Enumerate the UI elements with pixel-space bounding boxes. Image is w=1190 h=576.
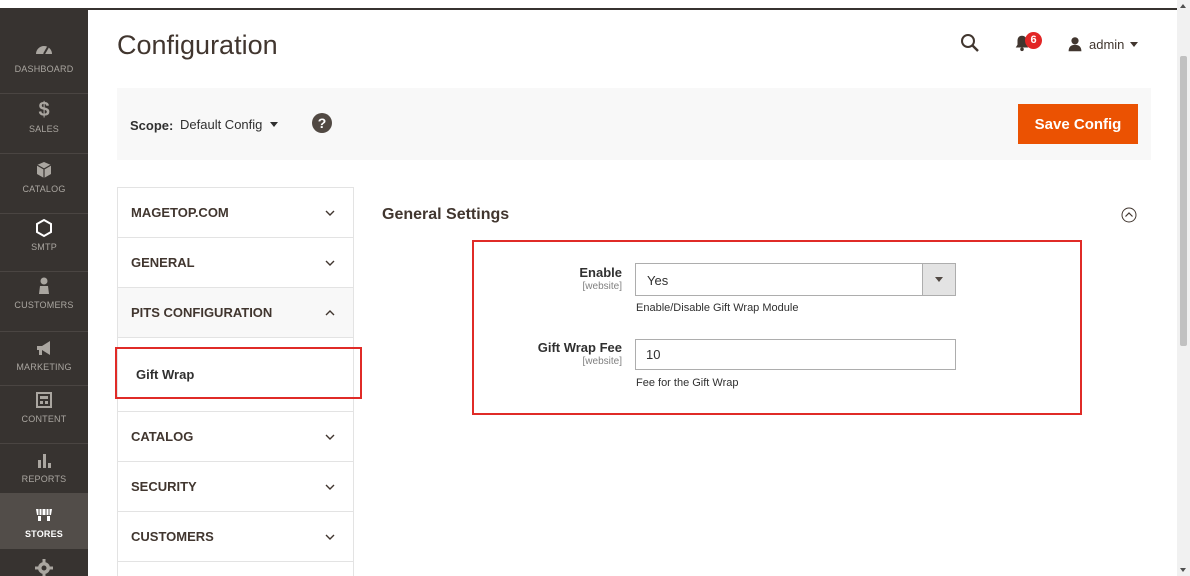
page-actions-bar: Scope: Default Config ? Save Config [117, 88, 1151, 160]
nav-stores[interactable]: STORES [0, 493, 88, 549]
section-title[interactable]: General Settings [382, 206, 509, 224]
nav-marketing[interactable]: MARKETING [0, 338, 88, 398]
nav-smtp[interactable]: SMTP [0, 218, 88, 278]
scroll-down-icon[interactable] [1180, 568, 1186, 572]
tab-general[interactable]: GENERAL [117, 237, 354, 287]
gear-icon [35, 559, 53, 576]
top-strip [0, 0, 1190, 10]
tab-label: CATALOG [131, 429, 194, 444]
gift-wrap-fee-scope: [website] [582, 356, 622, 367]
box-icon [36, 162, 52, 178]
save-config-button[interactable]: Save Config [1018, 104, 1138, 144]
enable-scope: [website] [582, 281, 622, 292]
chevron-down-icon [325, 534, 335, 540]
nav-customers-label: CUSTOMERS [14, 300, 74, 310]
scope-switcher[interactable]: Default Config [180, 117, 279, 132]
nav-smtp-label: SMTP [31, 242, 57, 252]
admin-user-menu[interactable]: admin [1067, 34, 1139, 54]
store-icon [36, 509, 52, 521]
page-title: Configuration [117, 30, 278, 60]
notifications-count-badge: 6 [1025, 32, 1042, 49]
nav-dashboard-label: DASHBOARD [14, 64, 74, 74]
collapse-icon[interactable] [1121, 207, 1137, 223]
bar-chart-icon [38, 454, 51, 468]
chevron-down-icon [325, 260, 335, 266]
enable-note: Enable/Disable Gift Wrap Module [636, 302, 799, 314]
nav-separator [0, 331, 88, 332]
page-scrollbar[interactable] [1177, 0, 1190, 576]
scope-label: Scope: [130, 118, 174, 133]
chevron-up-icon [325, 310, 335, 316]
tab-more[interactable] [117, 561, 354, 576]
nav-system[interactable] [0, 558, 88, 576]
chevron-down-icon [325, 210, 335, 216]
chevron-down-icon [935, 277, 943, 282]
tab-label: CUSTOMERS [131, 529, 214, 544]
search-icon[interactable] [960, 33, 980, 53]
scroll-up-icon[interactable] [1180, 4, 1186, 8]
admin-sidebar: DASHBOARD $ SALES CATALOG SMTP CUSTOMERS… [0, 0, 88, 576]
enable-label: Enable [579, 265, 622, 280]
megaphone-icon [37, 341, 50, 355]
chevron-down-icon [325, 434, 335, 440]
chevron-down-icon [270, 122, 279, 127]
nav-separator [0, 385, 88, 386]
user-icon [1068, 37, 1082, 52]
dollar-icon: $ [38, 99, 50, 121]
chevron-down-icon [1130, 41, 1139, 47]
tab-label: PITS CONFIGURATION [131, 305, 273, 320]
config-tabs: MAGETOP.COM GENERAL PITS CONFIGURATION G… [117, 187, 354, 576]
nav-sales-label: SALES [28, 124, 60, 134]
chevron-down-icon [325, 484, 335, 490]
nav-separator [0, 271, 88, 272]
nav-customers[interactable]: CUSTOMERS [0, 276, 88, 336]
gift-wrap-fee-input[interactable] [635, 339, 956, 370]
nav-catalog[interactable]: CATALOG [0, 160, 88, 220]
help-icon[interactable]: ? [312, 113, 332, 133]
subtab-label: Gift Wrap [136, 367, 195, 382]
gift-wrap-fee-note: Fee for the Gift Wrap [636, 377, 739, 389]
tab-catalog[interactable]: CATALOG [117, 411, 354, 461]
hexagon-icon [36, 218, 52, 238]
dashboard-icon [36, 46, 52, 55]
nav-reports-label: REPORTS [21, 474, 67, 484]
layout-icon [36, 392, 52, 408]
nav-content[interactable]: CONTENT [0, 390, 88, 450]
tab-label: GENERAL [131, 255, 195, 270]
scrollbar-thumb[interactable] [1180, 56, 1187, 346]
tab-customers[interactable]: CUSTOMERS [117, 511, 354, 561]
admin-username: admin [1089, 36, 1125, 52]
nav-catalog-label: CATALOG [22, 184, 66, 194]
nav-separator [0, 153, 88, 154]
tab-magetop[interactable]: MAGETOP.COM [117, 187, 354, 237]
subtab-gift-wrap[interactable]: Gift Wrap [117, 337, 354, 411]
tab-label: MAGETOP.COM [131, 205, 229, 220]
tab-label: SECURITY [131, 479, 197, 494]
person-icon [39, 277, 49, 294]
gift-wrap-fee-label: Gift Wrap Fee [537, 340, 622, 355]
nav-dashboard[interactable]: DASHBOARD [0, 40, 88, 100]
nav-content-label: CONTENT [21, 414, 67, 424]
select-toggle[interactable] [922, 264, 955, 295]
tab-pits-configuration[interactable]: PITS CONFIGURATION [117, 287, 354, 337]
nav-sales[interactable]: $ SALES [0, 100, 88, 160]
nav-separator [0, 93, 88, 94]
scope-value: Default Config [180, 117, 263, 132]
nav-separator [0, 213, 88, 214]
nav-stores-label: STORES [24, 529, 64, 539]
enable-select[interactable]: Yes [635, 263, 956, 296]
enable-select-value: Yes [647, 273, 669, 288]
nav-separator [0, 443, 88, 444]
nav-marketing-label: MARKETING [16, 362, 72, 372]
tab-security[interactable]: SECURITY [117, 461, 354, 511]
